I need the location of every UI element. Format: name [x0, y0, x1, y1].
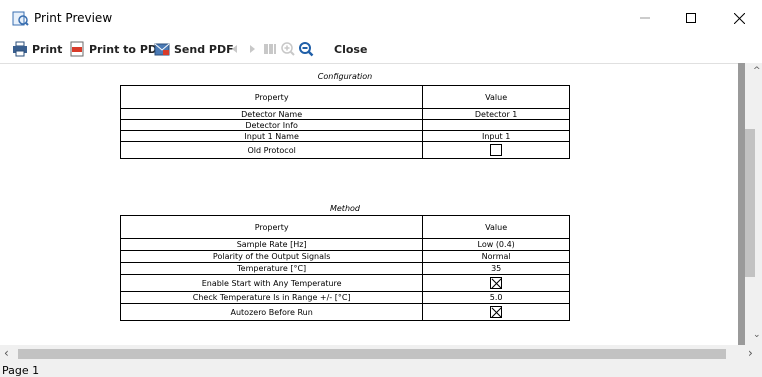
value-cell: Input 1 — [422, 130, 570, 142]
scrollbar-track-edge — [738, 63, 745, 345]
value-cell — [422, 141, 570, 159]
horizontal-scroll-thumb[interactable] — [18, 349, 726, 359]
value-cell — [422, 303, 570, 321]
property-cell: Old Protocol — [119, 141, 424, 159]
vertical-scroll-thumb[interactable] — [745, 129, 755, 277]
table-row: Detector Name Detector 1 — [119, 108, 570, 120]
property-cell: Enable Start with Any Temperature — [119, 274, 424, 292]
property-cell: Input 1 Name — [119, 130, 424, 142]
method-header-row: Property Value — [119, 215, 570, 239]
value-cell — [422, 119, 570, 131]
pdf-file-icon — [70, 41, 84, 57]
configuration-table: Property Value Detector Name Detector 1 … — [119, 85, 570, 159]
property-cell: Check Temperature Is in Range +/- [°C] — [119, 291, 424, 304]
configuration-title: Configuration — [317, 72, 373, 81]
table-row: Temperature [°C] 35 — [119, 262, 570, 275]
zoom-in-icon[interactable] — [280, 41, 296, 57]
table-row: Sample Rate [Hz] Low (0.4) — [119, 238, 570, 251]
send-pdf-button[interactable]: Send PDF — [154, 39, 234, 59]
old-protocol-checkbox — [490, 144, 503, 156]
table-row: Autozero Before Run — [119, 303, 570, 321]
table-row: Check Temperature Is in Range +/- [°C] 5… — [119, 291, 570, 304]
close-label: Close — [334, 42, 368, 56]
configuration-property-header: Property — [119, 85, 424, 109]
toolbar: Print Print to PDF Send PDF Close — [0, 37, 762, 61]
table-row: Old Protocol — [119, 141, 570, 159]
status-bar: Page 1 — [0, 362, 762, 377]
close-window-button[interactable] — [716, 0, 762, 36]
value-cell: Normal — [422, 250, 570, 263]
table-row: Detector Info — [119, 119, 570, 131]
print-button[interactable]: Print — [12, 39, 62, 59]
multi-page-icon[interactable] — [262, 41, 278, 57]
print-label: Print — [32, 42, 63, 56]
method-value-header: Value — [422, 215, 570, 239]
horizontal-scrollbar[interactable]: ‹ › — [0, 345, 762, 362]
configuration-header-row: Property Value — [119, 85, 570, 109]
print-to-pdf-button[interactable]: Print to PDF — [69, 39, 165, 59]
property-cell: Polarity of the Output Signals — [119, 250, 424, 263]
property-cell: Temperature [°C] — [119, 262, 424, 275]
property-cell: Detector Info — [119, 119, 424, 131]
minimize-button[interactable] — [622, 0, 668, 36]
configuration-value-header: Value — [422, 85, 570, 109]
vertical-scrollbar[interactable]: ^ ⌄ — [738, 63, 762, 345]
method-property-header: Property — [119, 215, 424, 239]
print-preview-icon — [12, 11, 29, 26]
property-cell: Detector Name — [119, 108, 424, 120]
value-cell: 35 — [422, 262, 570, 275]
autozero-checkbox — [490, 306, 503, 318]
scroll-left-arrow-icon[interactable]: ‹ — [4, 346, 9, 360]
minimize-icon — [640, 17, 650, 19]
table-row: Input 1 Name Input 1 — [119, 130, 570, 142]
printer-icon — [13, 41, 27, 57]
maximize-button[interactable] — [668, 0, 714, 36]
scroll-right-arrow-icon[interactable]: › — [748, 346, 753, 360]
title-bar: Print Preview — [0, 0, 762, 36]
send-pdf-icon — [154, 43, 170, 56]
close-icon — [733, 12, 745, 24]
method-table: Property Value Sample Rate [Hz] Low (0.4… — [119, 215, 570, 321]
property-cell: Autozero Before Run — [119, 303, 424, 321]
page-indicator: Page 1 — [2, 364, 40, 377]
preview-page: Configuration Property Value Detector Na… — [0, 64, 738, 345]
table-row: Polarity of the Output Signals Normal — [119, 250, 570, 263]
value-cell: Low (0.4) — [422, 238, 570, 251]
window-title: Print Preview — [34, 11, 113, 25]
zoom-out-icon[interactable] — [298, 41, 314, 57]
value-cell: Detector 1 — [422, 108, 570, 120]
maximize-icon — [686, 13, 696, 23]
table-row: Enable Start with Any Temperature — [119, 274, 570, 292]
close-preview-button[interactable]: Close — [334, 39, 367, 59]
enable-start-checkbox — [490, 277, 503, 289]
method-title: Method — [329, 204, 360, 213]
previous-page-icon[interactable] — [227, 41, 243, 57]
value-cell: 5.0 — [422, 291, 570, 304]
property-cell: Sample Rate [Hz] — [119, 238, 424, 251]
value-cell — [422, 274, 570, 292]
next-page-icon[interactable] — [244, 41, 260, 57]
preview-viewport[interactable]: Configuration Property Value Detector Na… — [0, 63, 738, 345]
scroll-up-arrow-icon[interactable]: ^ — [753, 66, 761, 76]
send-pdf-label: Send PDF — [174, 42, 234, 56]
scroll-down-arrow-icon[interactable]: ⌄ — [753, 330, 761, 340]
